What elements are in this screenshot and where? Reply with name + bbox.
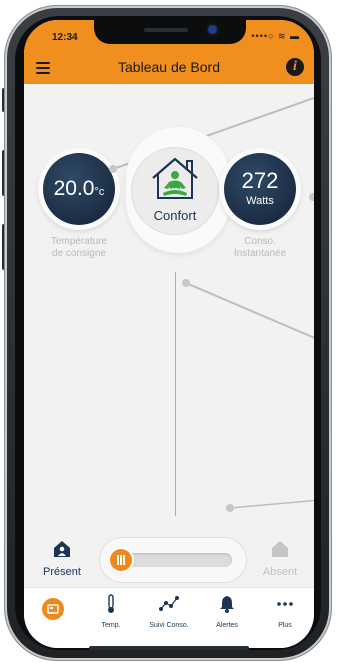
- chart-icon: [159, 596, 179, 611]
- bell-icon: [220, 596, 234, 613]
- more-icon: [277, 602, 293, 606]
- tab-alerts[interactable]: Alertes: [198, 594, 256, 629]
- house-meditation-icon: [152, 157, 198, 199]
- dashboard-content: 20.0°c Température de consigne Confort 2…: [24, 84, 314, 587]
- bottom-tab-bar: Temp. Suivi Conso. Alertes Plus: [24, 587, 314, 648]
- absent-button[interactable]: Absent: [260, 540, 300, 578]
- power-unit: Watts: [246, 195, 274, 207]
- power-circle[interactable]: 272 Watts: [219, 148, 301, 230]
- power-value: 272: [241, 168, 279, 193]
- present-button[interactable]: Présent: [42, 540, 82, 578]
- temperature-value: 20.0°c: [53, 177, 105, 200]
- speaker-grille: [144, 28, 188, 32]
- tab-label: Alertes: [216, 622, 238, 629]
- info-icon[interactable]: i: [286, 58, 304, 76]
- tab-consumption[interactable]: Suivi Conso.: [140, 594, 198, 629]
- page-title: Tableau de Bord: [118, 59, 220, 75]
- app-screen: 12:34 ••••○ ≋ ▬ Tableau de Bord i 20.0°c…: [24, 20, 314, 648]
- dashboard-icon: [42, 598, 64, 620]
- annotation-dot: [109, 165, 117, 173]
- present-label: Présent: [43, 566, 81, 578]
- mode-label: Confort: [153, 208, 197, 223]
- phone-notch: [94, 20, 246, 44]
- temperature-label: Température de consigne: [50, 236, 108, 259]
- tab-temperature[interactable]: Temp.: [82, 594, 140, 629]
- tab-label: Suivi Conso.: [149, 622, 189, 629]
- annotation-dot: [182, 279, 190, 287]
- mode-connector-line: [175, 272, 176, 516]
- home-icon: [272, 541, 288, 557]
- slider-knob[interactable]: [110, 549, 132, 571]
- home-indicator: [89, 646, 249, 650]
- power-label: Conso. Instantanée: [233, 236, 287, 259]
- tab-more[interactable]: Plus: [256, 594, 314, 629]
- presence-control: Présent Absent: [24, 516, 314, 587]
- presence-slider[interactable]: [100, 538, 246, 582]
- thermometer-icon: [108, 594, 114, 613]
- app-header: Tableau de Bord i: [24, 50, 314, 84]
- annotation-dot: [309, 193, 314, 201]
- mode-circle[interactable]: Confort: [131, 147, 219, 235]
- tab-label: Temp.: [101, 622, 121, 629]
- status-icons: ••••○ ≋ ▬: [251, 31, 300, 41]
- temperature-circle[interactable]: 20.0°c: [38, 148, 120, 230]
- home-person-icon: [54, 541, 70, 557]
- camera-icon: [208, 25, 217, 34]
- annotation-dot: [226, 504, 234, 512]
- tab-label: Plus: [278, 622, 292, 629]
- status-time: 12:34: [52, 32, 78, 43]
- absent-label: Absent: [262, 566, 298, 578]
- tab-dashboard[interactable]: [24, 594, 82, 620]
